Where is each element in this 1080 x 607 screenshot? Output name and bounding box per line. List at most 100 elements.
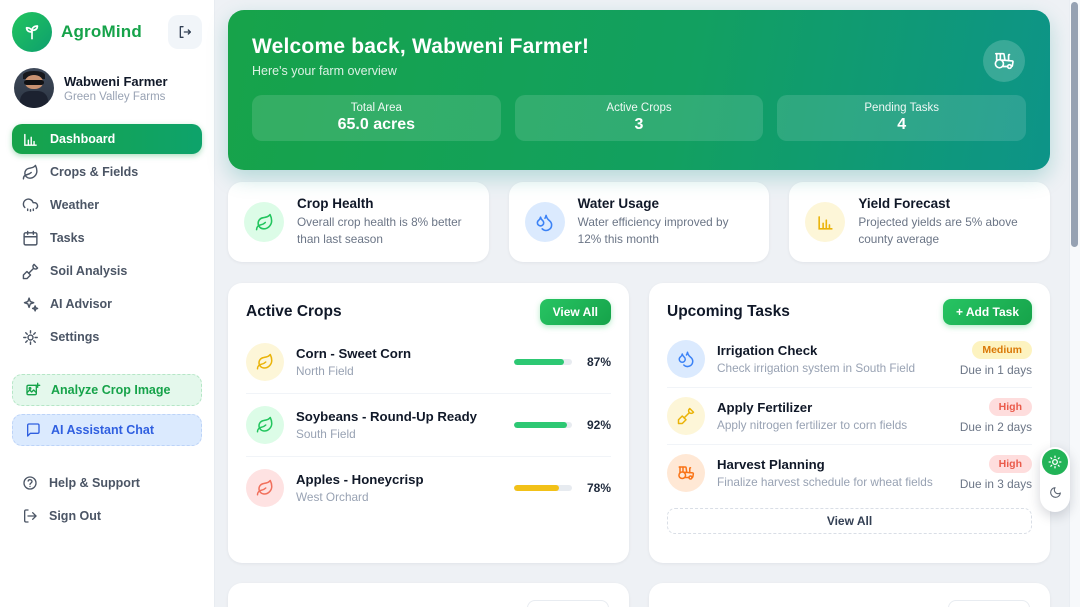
chat-icon [25,422,41,438]
sidebar: AgroMind Wabweni Farmer Green Valley Far… [0,0,215,607]
upcoming-tasks-title: Upcoming Tasks [667,303,790,321]
progress-value: 87% [581,355,611,369]
active-crops-title: Active Crops [246,303,342,321]
insight-desc: Water efficiency improved by 12% this mo… [578,214,754,248]
stat-label: Active Crops [606,102,671,114]
leaf-icon [246,469,284,507]
sun-icon [1048,455,1062,469]
leaf-icon [22,164,39,181]
task-title: Irrigation Check [717,343,948,358]
sidebar-item-ai-advisor[interactable]: AI Advisor [12,289,202,319]
light-mode-button[interactable] [1042,449,1068,475]
progress-value: 92% [581,418,611,432]
sidebar-item-label: AI Advisor [50,297,112,311]
sidebar-header: AgroMind [12,12,202,52]
moon-icon [1049,486,1062,499]
stat-label: Pending Tasks [864,102,939,114]
tasks-view-all-button[interactable]: View All [667,508,1032,534]
ai-assistant-chat-button[interactable]: AI Assistant Chat [12,414,202,446]
progress-bar [514,359,572,365]
collapse-icon [177,24,193,40]
task-row[interactable]: Harvest Planning Finalize harvest schedu… [667,445,1032,501]
due-text: Due in 3 days [960,477,1032,491]
sidebar-item-label: Soil Analysis [50,264,127,278]
sidebar-item-weather[interactable]: Weather [12,190,202,220]
bar-chart-icon [805,202,845,242]
sidebar-item-soil-analysis[interactable]: Soil Analysis [12,256,202,286]
gear-icon [22,329,39,346]
task-desc: Finalize harvest schedule for wheat fiel… [717,475,948,489]
analyze-crop-image-button[interactable]: Analyze Crop Image [12,374,202,406]
droplets-icon [667,340,705,378]
user-profile[interactable]: Wabweni Farmer Green Valley Farms [12,68,202,108]
bar-chart-icon [22,131,39,148]
shovel-icon [22,263,39,280]
dashboard-panels: Active Crops View All Corn - Sweet Corn … [228,283,1050,563]
dark-mode-button[interactable] [1042,477,1068,507]
sidebar-item-tasks[interactable]: Tasks [12,223,202,253]
help-support-item[interactable]: Help & Support [12,468,202,498]
stat-active-crops: Active Crops 3 [515,95,764,141]
due-text: Due in 2 days [960,420,1032,434]
sidebar-nav: Dashboard Crops & Fields Weather Tasks S… [12,124,202,352]
sidebar-item-label: Tasks [50,231,85,245]
bottom-cards [228,583,1050,607]
banner-stats: Total Area 65.0 acres Active Crops 3 Pen… [252,95,1026,141]
app-logo [12,12,52,52]
sidebar-item-dashboard[interactable]: Dashboard [12,124,202,154]
priority-badge: High [989,455,1032,473]
quick-action-label: Analyze Crop Image [51,383,170,397]
sign-out-item[interactable]: Sign Out [12,501,202,531]
theme-switcher [1040,447,1070,512]
sidebar-footer: Help & Support Sign Out [12,468,202,531]
task-row[interactable]: Irrigation Check Check irrigation system… [667,331,1032,388]
leaf-icon [246,406,284,444]
card-action-pill[interactable] [948,600,1030,607]
sidebar-item-label: Weather [50,198,99,212]
active-crops-panel: Active Crops View All Corn - Sweet Corn … [228,283,629,563]
task-title: Harvest Planning [717,457,948,472]
add-task-button[interactable]: + Add Task [943,299,1032,325]
sparkles-icon [22,296,39,313]
cloud-rain-icon [22,197,39,214]
insight-title: Yield Forecast [858,196,1034,211]
sidebar-item-label: Settings [50,330,99,344]
insight-desc: Overall crop health is 8% better than la… [297,214,473,248]
stat-value: 4 [897,116,906,134]
page-scrollbar[interactable] [1069,0,1080,607]
stat-total-area: Total Area 65.0 acres [252,95,501,141]
crop-row[interactable]: Apples - Honeycrisp West Orchard 78% [246,457,611,519]
banner-tractor-badge [983,40,1025,82]
insight-desc: Projected yields are 5% above county ave… [858,214,1034,248]
sidebar-item-settings[interactable]: Settings [12,322,202,352]
leaf-icon [244,202,284,242]
yield-forecast-card: Yield Forecast Projected yields are 5% a… [789,182,1050,262]
task-title: Apply Fertilizer [717,400,948,415]
sidebar-item-crops-fields[interactable]: Crops & Fields [12,157,202,187]
avatar [14,68,54,108]
card-action-pill[interactable] [527,600,609,607]
progress-bar [514,422,572,428]
crop-row[interactable]: Soybeans - Round-Up Ready South Field 92… [246,394,611,457]
user-org: Green Valley Farms [64,91,168,103]
task-desc: Apply nitrogen fertilizer to corn fields [717,418,948,432]
main-content: Welcome back, Wabweni Farmer! Here's you… [215,0,1065,607]
crop-field: North Field [296,364,502,378]
task-desc: Check irrigation system in South Field [717,361,948,375]
crops-view-all-button[interactable]: View All [540,299,611,325]
sidebar-quick-actions: Analyze Crop Image AI Assistant Chat [12,374,202,446]
crop-row[interactable]: Corn - Sweet Corn North Field 87% [246,331,611,394]
task-row[interactable]: Apply Fertilizer Apply nitrogen fertiliz… [667,388,1032,445]
sidebar-collapse-button[interactable] [168,15,202,49]
help-icon [22,475,38,491]
crop-health-card: Crop Health Overall crop health is 8% be… [228,182,489,262]
crop-field: West Orchard [296,490,502,504]
crop-name: Corn - Sweet Corn [296,346,502,361]
welcome-subtitle: Here's your farm overview [252,64,1026,78]
scrollbar-thumb[interactable] [1071,2,1078,247]
insight-title: Water Usage [578,196,754,211]
footer-item-label: Help & Support [49,476,140,490]
stat-value: 3 [635,116,644,134]
welcome-banner: Welcome back, Wabweni Farmer! Here's you… [228,10,1050,170]
stat-label: Total Area [351,102,402,114]
